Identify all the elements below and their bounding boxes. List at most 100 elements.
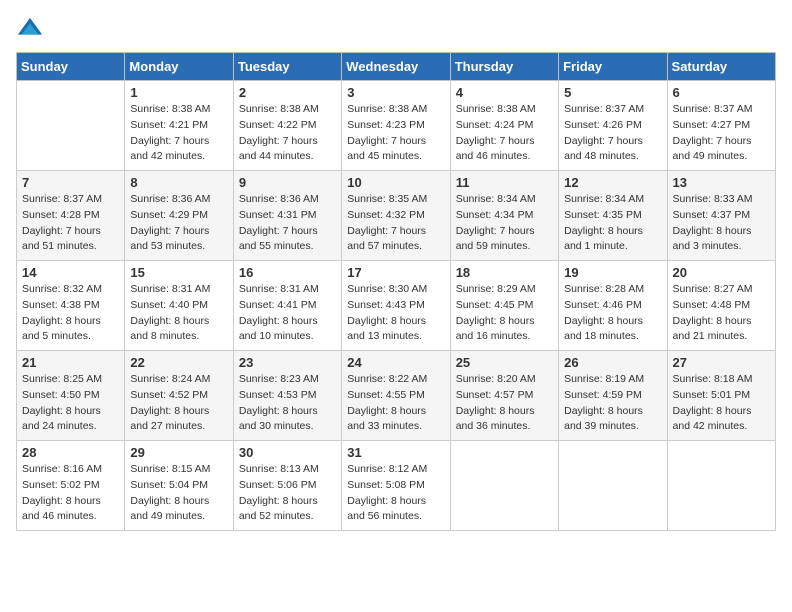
day-number: 3 (347, 85, 444, 100)
sunset-text: Sunset: 5:08 PM (347, 479, 425, 491)
calendar-cell: 30Sunrise: 8:13 AMSunset: 5:06 PMDayligh… (233, 441, 341, 531)
col-thursday: Thursday (450, 53, 558, 81)
sunrise-text: Sunrise: 8:30 AM (347, 283, 427, 295)
sunrise-text: Sunrise: 8:28 AM (564, 283, 644, 295)
calendar-cell: 24 Sunrise: 8:22 AMSunset: 4:55 PMDayligh… (342, 351, 450, 441)
sunrise-text: Sunrise: 8:31 AM (130, 283, 210, 295)
calendar-cell: 26Sunrise: 8:19 AMSunset: 4:59 PMDayligh… (559, 351, 667, 441)
day-number: 8 (130, 175, 227, 190)
day-info: Sunrise: 8:15 AMSunset: 5:04 PMDaylight:… (130, 462, 227, 525)
page-header (16, 16, 776, 44)
sunrise-text: Sunrise: 8:16 AM (22, 463, 102, 475)
daylight-text: Daylight: 7 hours and 42 minutes. (130, 135, 209, 163)
calendar-week-4: 21 Sunrise: 8:25 AM Sunset: 4:50 PM Dayligh… (17, 351, 776, 441)
day-number: 19 (564, 265, 661, 280)
daylight-text: Daylight: 8 hours and 10 minutes. (239, 315, 318, 343)
sunrise-text: Sunrise: 8:36 AM (239, 193, 319, 205)
calendar-cell: 1Sunrise: 8:38 AMSunset: 4:21 PMDaylight… (125, 81, 233, 171)
sunset-text: Sunset: 4:52 PM (130, 389, 208, 401)
day-info: Sunrise: 8:12 AMSunset: 5:08 PMDaylight:… (347, 462, 444, 525)
daylight-text: Daylight: 7 hours and 57 minutes. (347, 225, 426, 253)
daylight-text: Daylight: 8 hours and 8 minutes. (130, 315, 209, 343)
day-info: Sunrise: 8:38 AMSunset: 4:22 PMDaylight:… (239, 102, 336, 165)
sunset-text: Sunset: 4:55 PM (347, 389, 425, 401)
day-info: Sunrise: 8:37 AMSunset: 4:27 PMDaylight:… (673, 102, 770, 165)
col-tuesday: Tuesday (233, 53, 341, 81)
day-number: 9 (239, 175, 336, 190)
calendar-cell: 27Sunrise: 8:18 AMSunset: 5:01 PMDayligh… (667, 351, 775, 441)
sunset-text: Sunset: 4:23 PM (347, 119, 425, 131)
day-number: 25 (456, 355, 553, 370)
sunset-text: Sunset: 4:21 PM (130, 119, 208, 131)
calendar-cell: 6 Sunrise: 8:37 AMSunset: 4:27 PMDaylight… (667, 81, 775, 171)
day-number: 22 (130, 355, 227, 370)
day-number: 24 (347, 355, 444, 370)
daylight-text: Daylight: 7 hours and 51 minutes. (22, 225, 101, 253)
day-info: Sunrise: 8:22 AMSunset: 4:55 PMDaylight:… (347, 372, 444, 435)
day-info: Sunrise: 8:36 AM Sunset: 4:31 PM Daylight:… (239, 192, 336, 255)
day-number: 14 (22, 265, 119, 280)
calendar-cell: 10Sunrise: 8:35 AMSunset: 4:32 PMDayligh… (342, 171, 450, 261)
logo-icon (16, 16, 44, 44)
sunset-text: Sunset: 4:31 PM (239, 209, 317, 221)
day-number: 15 (130, 265, 227, 280)
day-info: Sunrise: 8:34 AMSunset: 4:35 PMDaylight:… (564, 192, 661, 255)
daylight-text: Daylight: 8 hours and 18 minutes. (564, 315, 643, 343)
day-info: Sunrise: 8:38 AMSunset: 4:24 PMDaylight:… (456, 102, 553, 165)
day-info: Sunrise: 8:30 AMSunset: 4:43 PMDaylight:… (347, 282, 444, 345)
sunrise-text: Sunrise: 8:34 AM (564, 193, 644, 205)
day-number: 27 (673, 355, 770, 370)
sunrise-text: Sunrise: 8:18 AM (673, 373, 753, 385)
day-info: Sunrise: 8:27 AMSunset: 4:48 PMDaylight:… (673, 282, 770, 345)
day-info: Sunrise: 8:19 AMSunset: 4:59 PMDaylight:… (564, 372, 661, 435)
sunrise-text: Sunrise: 8:29 AM (456, 283, 536, 295)
sunset-text: Sunset: 4:24 PM (456, 119, 534, 131)
day-number: 21 (22, 355, 119, 370)
sunset-text: Sunset: 5:01 PM (673, 389, 751, 401)
sunset-text: Sunset: 4:45 PM (456, 299, 534, 311)
daylight-text: Daylight: 8 hours and 16 minutes. (456, 315, 535, 343)
daylight-text: Daylight: 8 hours and 3 minutes. (673, 225, 752, 253)
sunset-text: Sunset: 4:53 PM (239, 389, 317, 401)
day-number: 7 (22, 175, 119, 190)
col-wednesday: Wednesday (342, 53, 450, 81)
calendar-cell: 5Sunrise: 8:37 AMSunset: 4:26 PMDaylight… (559, 81, 667, 171)
daylight-text: Daylight: 7 hours and 46 minutes. (456, 135, 535, 163)
sunrise-text: Sunrise: 8:31 AM (239, 283, 319, 295)
sunrise-text: Sunrise: 8:33 AM (673, 193, 753, 205)
daylight-text: Daylight: 8 hours and 39 minutes. (564, 405, 643, 433)
sunrise-text: Sunrise: 8:25 AM (22, 373, 102, 385)
calendar-cell: 8Sunrise: 8:36 AMSunset: 4:29 PMDaylight… (125, 171, 233, 261)
daylight-text: Daylight: 7 hours and 45 minutes. (347, 135, 426, 163)
day-info: Sunrise: 8:16 AMSunset: 5:02 PMDaylight:… (22, 462, 119, 525)
calendar-table: Sunday Monday Tuesday Wednesday Thursday… (16, 52, 776, 531)
day-info: Sunrise: 8:31 AMSunset: 4:41 PMDaylight:… (239, 282, 336, 345)
calendar-cell: 9 Sunrise: 8:36 AM Sunset: 4:31 PM Daylight… (233, 171, 341, 261)
day-info: Sunrise: 8:18 AMSunset: 5:01 PMDaylight:… (673, 372, 770, 435)
sunset-text: Sunset: 5:06 PM (239, 479, 317, 491)
daylight-text: Daylight: 8 hours and 1 minute. (564, 225, 643, 253)
sunrise-text: Sunrise: 8:38 AM (130, 103, 210, 115)
calendar-cell: 15Sunrise: 8:31 AMSunset: 4:40 PMDayligh… (125, 261, 233, 351)
sunrise-text: Sunrise: 8:27 AM (673, 283, 753, 295)
calendar-cell: 17Sunrise: 8:30 AMSunset: 4:43 PMDayligh… (342, 261, 450, 351)
sunrise-text: Sunrise: 8:20 AM (456, 373, 536, 385)
calendar-cell: 4Sunrise: 8:38 AMSunset: 4:24 PMDaylight… (450, 81, 558, 171)
day-info: Sunrise: 8:13 AMSunset: 5:06 PMDaylight:… (239, 462, 336, 525)
daylight-text: Daylight: 7 hours and 55 minutes. (239, 225, 318, 253)
sunset-text: Sunset: 4:28 PM (22, 209, 100, 221)
day-number: 20 (673, 265, 770, 280)
calendar-cell (667, 441, 775, 531)
sunrise-text: Sunrise: 8:36 AM (130, 193, 210, 205)
day-info: Sunrise: 8:37 AM Sunset: 4:28 PM Daylight:… (22, 192, 119, 255)
day-number: 28 (22, 445, 119, 460)
calendar-cell: 18Sunrise: 8:29 AMSunset: 4:45 PMDayligh… (450, 261, 558, 351)
day-number: 6 (673, 85, 770, 100)
calendar-cell: 31Sunrise: 8:12 AMSunset: 5:08 PMDayligh… (342, 441, 450, 531)
daylight-text: Daylight: 7 hours and 53 minutes. (130, 225, 209, 253)
sunset-text: Sunset: 4:59 PM (564, 389, 642, 401)
sunset-text: Sunset: 4:50 PM (22, 389, 100, 401)
sunrise-text: Sunrise: 8:12 AM (347, 463, 427, 475)
sunrise-text: Sunrise: 8:37 AM (22, 193, 102, 205)
day-number: 29 (130, 445, 227, 460)
